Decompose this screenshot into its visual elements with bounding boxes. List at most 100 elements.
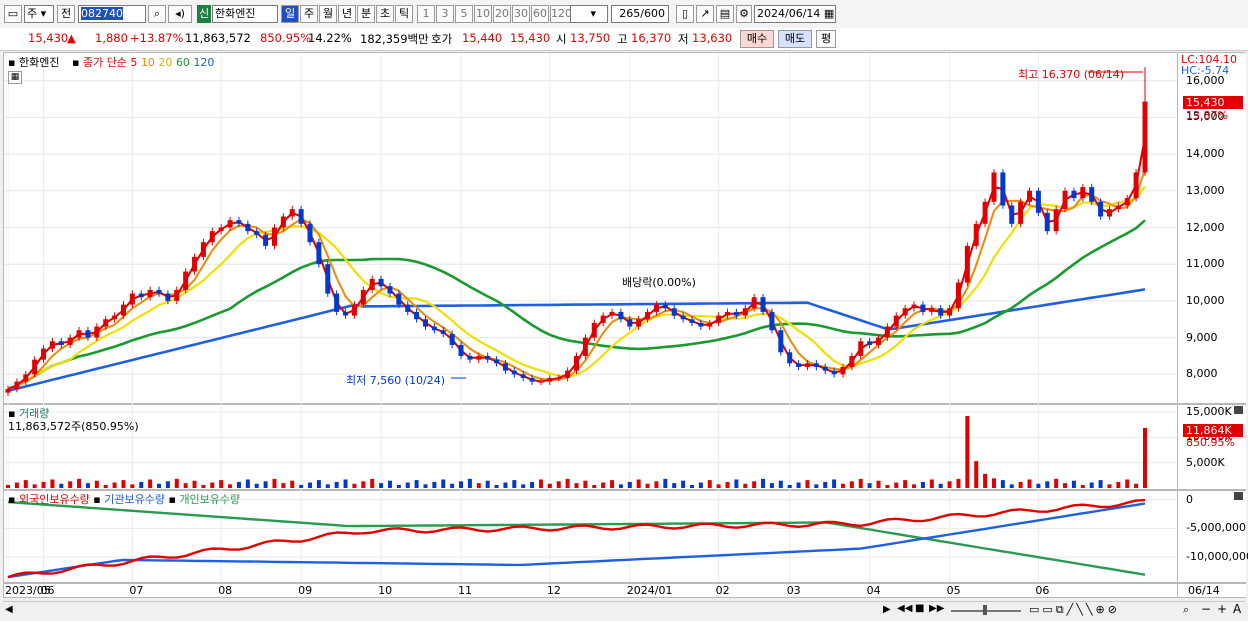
drawing-tools-icon[interactable]: ▭▭⧉╱╲╲⊕⊘ <box>1029 603 1120 617</box>
bottom-scrollbar[interactable]: ◀ ▶ ◀◀ ■ ▶▶ ▭▭⧉╱╲╲⊕⊘ ⌕ − + A <box>3 601 1245 619</box>
zoom-in-icon[interactable]: + <box>1217 602 1227 616</box>
zoom-search-icon[interactable]: ⌕ <box>1183 603 1189 617</box>
candle-body <box>947 308 953 316</box>
volume-bar <box>308 482 313 488</box>
volume-bar <box>396 484 401 488</box>
candle-body <box>618 311 624 320</box>
x-tick-label: 03 <box>786 584 801 597</box>
volume-bar <box>530 481 535 488</box>
candle-body <box>911 304 917 309</box>
volume-value-label: 11,863,572주(850.95%) <box>8 420 139 433</box>
volume-bar <box>805 480 810 488</box>
ma5-legend: 종가 단순 5 <box>82 56 138 69</box>
volume-bar <box>174 478 179 488</box>
scroll-left-icon[interactable]: ◀ <box>5 604 13 615</box>
nav-last-icon[interactable]: ▶▶ <box>929 603 944 614</box>
volume-bar <box>725 481 730 488</box>
volume-bar <box>183 483 188 488</box>
candle-body <box>1018 201 1024 224</box>
volume-bar <box>1134 483 1139 488</box>
volume-bar <box>894 482 899 488</box>
candle-body <box>449 333 455 345</box>
volume-bar <box>450 483 455 488</box>
table-icon[interactable]: ▦ <box>8 71 22 84</box>
x-tick-label: 11 <box>458 584 473 597</box>
ma5-line <box>7 136 1146 390</box>
volume-bar <box>1036 483 1041 488</box>
candle-body <box>529 377 535 382</box>
last-pct-label: 13.87% <box>1186 109 1228 122</box>
volume-bar <box>316 480 321 488</box>
volume-bar <box>556 481 561 488</box>
candle-body <box>991 172 997 202</box>
candle-body <box>574 355 579 371</box>
candle-body <box>263 234 269 246</box>
candle-body <box>662 304 668 309</box>
volume-bar <box>538 479 543 488</box>
font-size-icon[interactable]: A <box>1233 602 1241 616</box>
volume-close-icon[interactable] <box>1234 406 1243 414</box>
volume-bar <box>698 482 703 488</box>
scroll-right-icon[interactable]: ▶ <box>883 604 891 615</box>
candle-body <box>849 355 855 367</box>
x-tick-label: 06 <box>1035 584 1050 597</box>
volume-bar <box>112 482 117 488</box>
price-tick: 9,000 <box>1186 330 1218 344</box>
candle-body <box>360 289 366 305</box>
zoom-out-icon[interactable]: − <box>1201 602 1211 616</box>
candle-body <box>920 304 926 312</box>
volume-bar <box>290 480 295 488</box>
candle-body <box>707 322 713 327</box>
nav-first-icon[interactable]: ◀◀ <box>897 603 912 614</box>
volume-bar <box>14 482 19 488</box>
volume-bar <box>1125 479 1130 488</box>
candle-body <box>316 242 322 265</box>
holdings-tick: -5,000,000 <box>1186 521 1246 535</box>
volume-bar <box>263 481 268 488</box>
candle-body <box>769 311 775 331</box>
volume-bar <box>743 483 748 488</box>
volume-bar <box>787 484 792 488</box>
volume-bar <box>23 480 28 488</box>
candle-body <box>1000 172 1006 206</box>
ma-legend: ▪ 종가 단순 5 10 20 60 120 <box>72 56 215 69</box>
volume-bar <box>1000 480 1005 488</box>
price-tick: 10,000 <box>1186 293 1225 307</box>
candle-body <box>1062 190 1068 210</box>
candle-body <box>1080 187 1086 199</box>
candle-body <box>467 355 473 360</box>
candle-body <box>49 341 55 349</box>
price-tick: 11,000 <box>1186 257 1225 271</box>
volume-bar <box>343 479 348 488</box>
volume-bar <box>840 483 845 488</box>
volume-bar <box>6 484 10 488</box>
zoom-slider-handle[interactable] <box>983 605 987 615</box>
candle-body <box>94 326 100 338</box>
volume-bar <box>485 480 490 488</box>
volume-bar <box>716 484 721 488</box>
candle-body <box>840 366 846 375</box>
candle-body <box>556 377 562 379</box>
candle-body <box>1071 190 1077 199</box>
candle-body <box>103 319 109 327</box>
nav-stop-icon[interactable]: ■ <box>915 603 924 614</box>
ma60-legend: 60 <box>175 56 190 69</box>
volume-bar <box>1009 484 1014 488</box>
volume-tick: 15,000K <box>1186 405 1232 418</box>
volume-bar <box>601 482 606 488</box>
x-axis-last-date: 06/14 <box>1188 584 1220 597</box>
candle-body <box>165 293 171 301</box>
volume-bar <box>991 478 996 488</box>
volume-bar <box>867 483 872 488</box>
candle-body <box>538 381 544 383</box>
volume-bar <box>94 480 99 488</box>
candle-body <box>716 315 722 323</box>
candle-body <box>547 377 553 382</box>
volume-last-pct: 850.95% <box>1186 436 1235 449</box>
volume-bar <box>103 484 108 488</box>
holdings-close-icon[interactable] <box>1234 492 1243 500</box>
volume-bar <box>512 480 517 488</box>
holdings-legend: ▪ 외국인보유수량 ▪ 기관보유수량 ▪ 개인보유수량 <box>8 493 241 506</box>
price-tick: 12,000 <box>1186 220 1225 234</box>
x-tick-label: 08 <box>218 584 233 597</box>
